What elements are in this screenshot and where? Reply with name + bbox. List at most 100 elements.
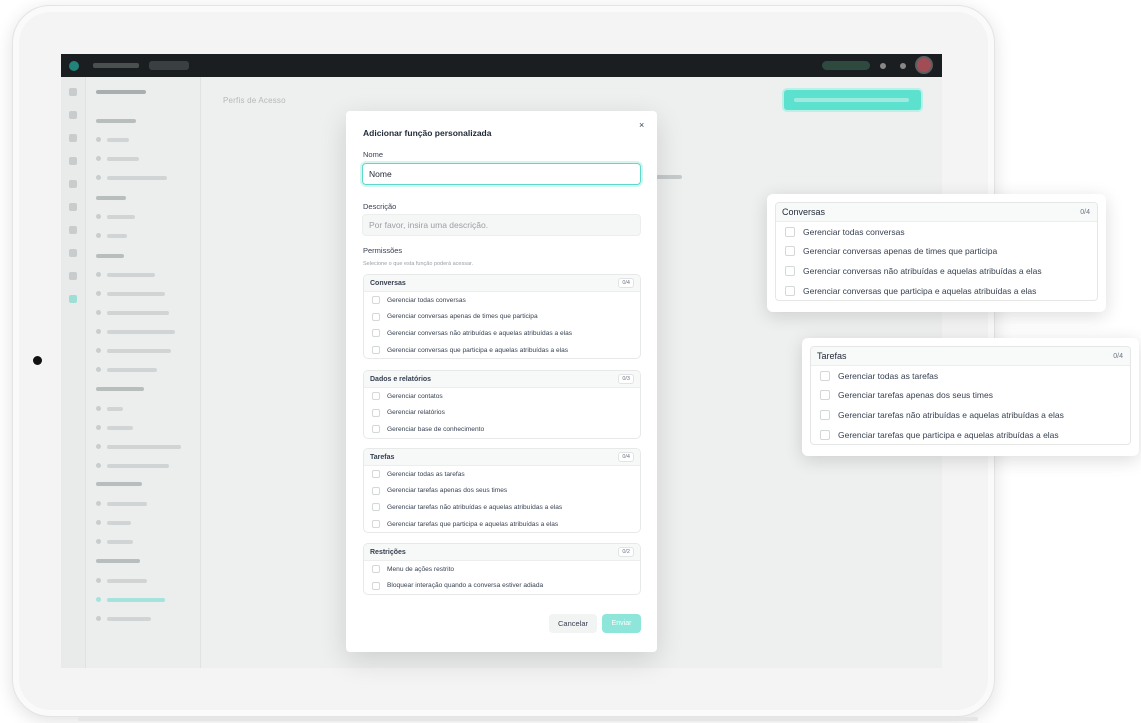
checkbox[interactable] bbox=[785, 265, 795, 276]
notification-icon[interactable] bbox=[880, 63, 886, 69]
rail-inbox-icon[interactable] bbox=[69, 111, 77, 119]
permission-row[interactable]: Gerenciar todas conversas bbox=[776, 222, 1097, 242]
sidebar-item[interactable] bbox=[107, 579, 147, 583]
sidebar-item[interactable] bbox=[107, 540, 133, 544]
permission-row[interactable]: Gerenciar conversas apenas de times que … bbox=[364, 309, 640, 326]
sidebar-item[interactable] bbox=[107, 138, 129, 142]
add-role-button[interactable] bbox=[784, 90, 921, 110]
checkbox[interactable] bbox=[372, 392, 380, 401]
permission-row[interactable]: Gerenciar base de conhecimento bbox=[364, 421, 640, 438]
sidebar-section[interactable] bbox=[96, 196, 126, 200]
callout-header[interactable]: Conversas 0/4 bbox=[776, 203, 1097, 222]
checkbox[interactable] bbox=[372, 565, 380, 574]
rail-library-icon[interactable] bbox=[69, 272, 77, 280]
avatar[interactable] bbox=[915, 56, 933, 74]
permission-row[interactable]: Gerenciar conversas que participa e aque… bbox=[364, 342, 640, 359]
group-header[interactable]: Restrições 0/2 bbox=[364, 544, 640, 561]
checkbox[interactable] bbox=[372, 520, 380, 529]
group-header[interactable]: Dados e relatórios 0/3 bbox=[364, 371, 640, 388]
workspace-chip-blurred[interactable] bbox=[149, 61, 189, 70]
permission-row[interactable]: Gerenciar relatórios bbox=[364, 405, 640, 422]
rail-tasks-icon[interactable] bbox=[69, 180, 77, 188]
checkbox[interactable] bbox=[372, 486, 380, 495]
checkbox[interactable] bbox=[372, 581, 380, 590]
permission-row[interactable]: Gerenciar tarefas apenas dos seus times bbox=[364, 483, 640, 500]
checkbox[interactable] bbox=[372, 503, 380, 512]
sidebar-item[interactable] bbox=[107, 426, 133, 430]
help-icon[interactable] bbox=[900, 63, 906, 69]
sidebar-section[interactable] bbox=[96, 559, 140, 563]
sidebar-item[interactable] bbox=[107, 464, 169, 468]
sidebar-section[interactable] bbox=[96, 387, 144, 391]
sidebar-item[interactable] bbox=[107, 234, 127, 238]
sidebar-item[interactable] bbox=[107, 157, 139, 161]
permission-row[interactable]: Gerenciar tarefas apenas dos seus times bbox=[811, 386, 1130, 406]
sidebar-item[interactable] bbox=[107, 330, 175, 334]
checkbox[interactable] bbox=[820, 370, 830, 381]
rail-help-icon[interactable] bbox=[69, 249, 77, 257]
sidebar-item[interactable] bbox=[107, 407, 123, 411]
rail-integrations-icon[interactable] bbox=[69, 226, 77, 234]
page-title: Perfis de Acesso bbox=[223, 96, 286, 105]
rail-home-icon[interactable] bbox=[69, 88, 77, 96]
sidebar-item[interactable] bbox=[107, 349, 171, 353]
sidebar-item-active[interactable] bbox=[107, 598, 165, 602]
checkbox[interactable] bbox=[372, 329, 380, 338]
checkbox[interactable] bbox=[785, 285, 795, 296]
permission-row[interactable]: Menu de ações restrito bbox=[364, 561, 640, 578]
rail-reports-icon[interactable] bbox=[69, 157, 77, 165]
permission-row[interactable]: Gerenciar tarefas não atribuídas e aquel… bbox=[364, 499, 640, 516]
sidebar-item[interactable] bbox=[107, 445, 181, 449]
permission-row[interactable]: Bloquear interação quando a conversa est… bbox=[364, 578, 640, 595]
permission-row[interactable]: Gerenciar conversas que participa e aque… bbox=[776, 281, 1097, 301]
sidebar-item[interactable] bbox=[107, 617, 151, 621]
checkbox[interactable] bbox=[372, 408, 380, 417]
permission-row[interactable]: Gerenciar contatos bbox=[364, 388, 640, 405]
checkbox[interactable] bbox=[785, 246, 795, 257]
permission-row[interactable]: Gerenciar tarefas não atribuídas e aquel… bbox=[811, 405, 1130, 425]
checkbox[interactable] bbox=[372, 470, 380, 479]
permission-label: Bloquear interação quando a conversa est… bbox=[387, 582, 544, 590]
permission-row[interactable]: Gerenciar todas conversas bbox=[364, 292, 640, 309]
permission-row[interactable]: Gerenciar todas as tarefas bbox=[364, 466, 640, 483]
checkbox[interactable] bbox=[820, 429, 830, 440]
description-field[interactable]: Por favor, insira uma descrição. bbox=[362, 214, 641, 236]
sidebar-item[interactable] bbox=[107, 215, 135, 219]
checkbox[interactable] bbox=[372, 346, 380, 355]
sidebar-section[interactable] bbox=[96, 482, 142, 486]
rail-contacts-icon[interactable] bbox=[69, 134, 77, 142]
permission-row[interactable]: Gerenciar tarefas que participa e aquela… bbox=[364, 516, 640, 533]
sidebar-item[interactable] bbox=[107, 502, 147, 506]
app-logo-icon[interactable] bbox=[69, 60, 79, 71]
checkbox[interactable] bbox=[372, 425, 380, 434]
sidebar-item[interactable] bbox=[107, 521, 131, 525]
checkbox[interactable] bbox=[785, 226, 795, 237]
group-header[interactable]: Tarefas 0/4 bbox=[364, 449, 640, 466]
sidebar-section[interactable] bbox=[96, 119, 136, 123]
permission-row[interactable]: Gerenciar conversas apenas de times que … bbox=[776, 242, 1097, 262]
permission-row[interactable]: Gerenciar conversas não atribuídas e aqu… bbox=[364, 325, 640, 342]
permission-row[interactable]: Gerenciar tarefas que participa e aquela… bbox=[811, 425, 1130, 445]
sidebar-item[interactable] bbox=[107, 311, 169, 315]
checkbox[interactable] bbox=[372, 312, 380, 321]
group-header[interactable]: Conversas 0/4 bbox=[364, 275, 640, 292]
submit-button[interactable]: Enviar bbox=[602, 614, 641, 633]
cancel-button[interactable]: Cancelar bbox=[549, 614, 597, 633]
rail-campaigns-icon[interactable] bbox=[69, 203, 77, 211]
sidebar-item[interactable] bbox=[107, 292, 165, 296]
checkbox[interactable] bbox=[372, 296, 380, 305]
permission-row[interactable]: Gerenciar conversas não atribuídas e aqu… bbox=[776, 261, 1097, 281]
permission-row[interactable]: Gerenciar todas as tarefas bbox=[811, 366, 1130, 386]
callout-header[interactable]: Tarefas 0/4 bbox=[811, 347, 1130, 366]
name-field[interactable]: Nome bbox=[362, 163, 641, 185]
sidebar-item[interactable] bbox=[107, 273, 155, 277]
status-pill-blurred[interactable] bbox=[822, 61, 870, 70]
rail-settings-icon[interactable] bbox=[69, 295, 77, 303]
sidebar-item[interactable] bbox=[107, 176, 167, 180]
checkbox[interactable] bbox=[820, 390, 830, 401]
permission-label: Gerenciar conversas não atribuídas e aqu… bbox=[387, 329, 573, 337]
sidebar-section[interactable] bbox=[96, 254, 124, 258]
close-icon[interactable]: × bbox=[639, 120, 644, 130]
checkbox[interactable] bbox=[820, 409, 830, 420]
sidebar-item[interactable] bbox=[107, 368, 157, 372]
